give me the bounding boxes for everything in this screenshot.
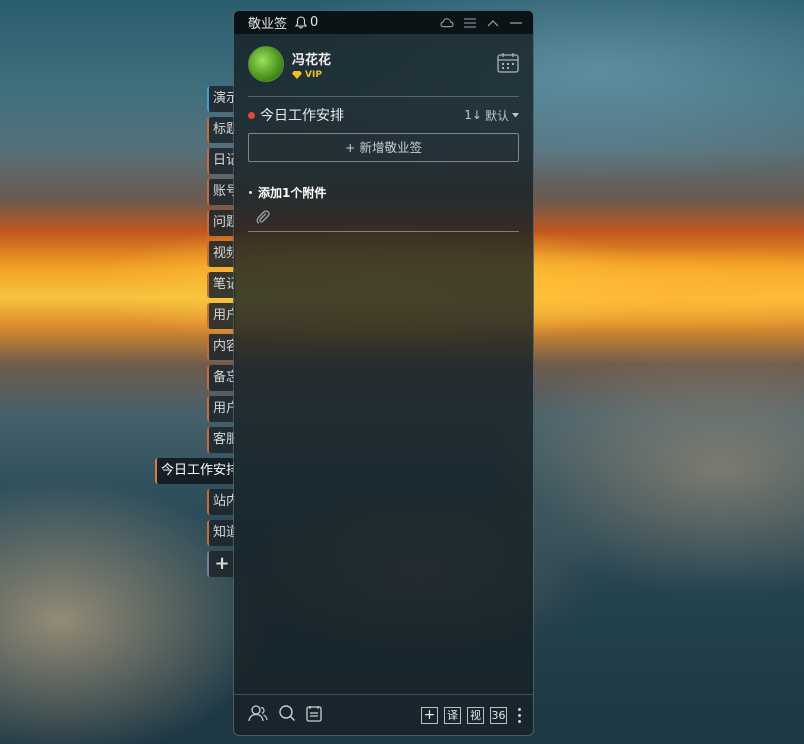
side-tab[interactable]: 站内: [207, 489, 235, 515]
side-tab[interactable]: 问题: [207, 210, 235, 236]
side-tab[interactable]: 内容: [207, 334, 235, 360]
user-name: 冯花花: [292, 52, 332, 68]
menu-icon[interactable]: [463, 16, 477, 30]
bell-icon: [295, 16, 308, 29]
view-button[interactable]: 视: [467, 706, 484, 724]
note-item[interactable]: 添加1个附件: [248, 184, 519, 232]
side-tab-label: 用户: [213, 401, 235, 416]
side-tab-label: 演示: [213, 91, 235, 106]
side-tab-label: 日记: [213, 153, 235, 168]
paperclip-icon[interactable]: [256, 209, 519, 225]
notification-area[interactable]: 0: [295, 15, 318, 30]
note-title: 添加1个附件: [258, 186, 327, 200]
side-tab-label: 账号: [213, 184, 235, 199]
section-title: 今日工作安排: [260, 108, 344, 124]
add-button[interactable]: +: [421, 706, 438, 724]
contacts-icon[interactable]: [248, 704, 268, 726]
side-tab[interactable]: 备忘: [207, 365, 235, 391]
translate-button[interactable]: 译: [444, 706, 461, 724]
search-icon[interactable]: [278, 704, 296, 726]
bullet-icon: [249, 191, 252, 194]
side-tab-label: 客服: [213, 432, 235, 447]
title-bar: 敬业签 0: [234, 11, 533, 34]
sort-order-icon: 1↓: [464, 108, 482, 122]
caret-down-icon: [512, 112, 519, 117]
side-tab-label: 备忘: [213, 370, 235, 385]
side-tab[interactable]: 日记: [207, 148, 235, 174]
app-title: 敬业签: [248, 17, 288, 32]
side-tab[interactable]: 视频: [207, 241, 235, 267]
side-tab-label: 知道: [213, 525, 235, 540]
side-tab-label: 问题: [213, 215, 235, 230]
side-tab-label: 今日工作安排: [161, 463, 235, 478]
add-note-button[interactable]: + 新增敬业签: [248, 133, 519, 162]
more-vertical-icon[interactable]: [517, 707, 521, 723]
side-tab[interactable]: 账号: [207, 179, 235, 205]
sticky-note-window: 敬业签 0 冯花花 VIP 今日工作安排 1↓ 默认 + 新增敬业签 添加1个附…: [233, 10, 534, 736]
vip-label: VIP: [305, 69, 322, 80]
sort-dropdown[interactable]: 1↓ 默认: [464, 107, 519, 124]
user-header: 冯花花 VIP: [234, 34, 533, 84]
side-tab-label: 内容: [213, 339, 235, 354]
diamond-icon: [292, 70, 302, 79]
side-tab-label: 标题: [213, 122, 235, 137]
add-tab-button[interactable]: +: [207, 551, 235, 577]
side-tab[interactable]: 知道: [207, 520, 235, 546]
side-tab-label: 视频: [213, 246, 235, 261]
note-list-icon[interactable]: [306, 705, 322, 726]
bottom-toolbar: + 译 视 36: [234, 694, 533, 735]
section-header: 今日工作安排 1↓ 默认: [234, 97, 533, 133]
side-tab[interactable]: 笔记: [207, 272, 235, 298]
status-dot: [248, 111, 255, 119]
side-tab-label: 用户: [213, 308, 235, 323]
sort-label: 默认: [484, 108, 509, 123]
cloud-sync-icon[interactable]: [440, 16, 454, 30]
avatar[interactable]: [248, 46, 284, 82]
notification-count: 0: [310, 15, 319, 30]
side-tab[interactable]: 客服: [207, 427, 235, 453]
side-tab-label: 笔记: [213, 277, 235, 292]
minimize-icon[interactable]: [509, 16, 523, 30]
chevron-up-icon[interactable]: [486, 16, 500, 30]
side-tab[interactable]: 标题: [207, 117, 235, 143]
count-button[interactable]: 36: [490, 706, 507, 724]
side-tab-active[interactable]: 今日工作安排: [155, 458, 235, 484]
side-tab[interactable]: 演示: [207, 86, 235, 112]
side-tab[interactable]: 用户: [207, 303, 235, 329]
side-tab-label: 站内: [213, 494, 235, 509]
side-tab[interactable]: 用户: [207, 396, 235, 422]
vip-badge: VIP: [292, 70, 331, 80]
calendar-icon[interactable]: [497, 52, 519, 77]
